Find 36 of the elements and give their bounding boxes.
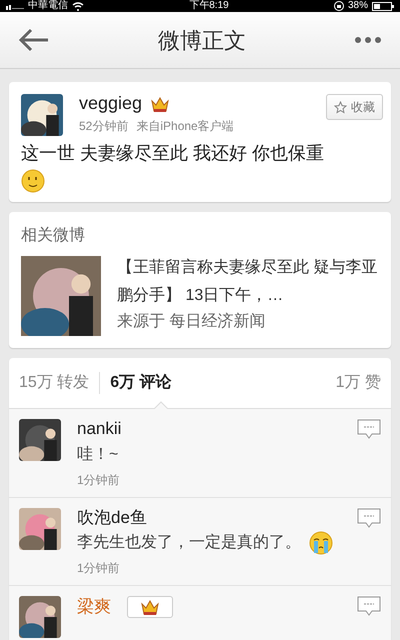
reply-icon[interactable] [357,596,381,618]
smile-emoji-icon [21,169,45,194]
more-icon[interactable] [354,36,382,44]
signal-icon [6,2,24,10]
page-title: 微博正文 [158,26,246,54]
member-badge[interactable] [127,596,173,618]
star-icon [334,100,347,114]
related-card[interactable]: 相关微博 【王菲留言称夫妻缘尽至此 疑与李亚鹏分手】 13日下午，… 来源于 每日经济新闻 [9,212,391,348]
battery-icon [372,2,394,10]
stat-tab[interactable]: 1万 赞 [336,371,381,395]
post-text: 这一世 夫妻缘尽至此 我还好 你也保重 [21,142,326,165]
commenter-name[interactable]: nankii [77,419,122,439]
wifi-icon [72,2,84,10]
crown-icon [140,598,160,616]
collect-button[interactable]: 收藏 [326,94,383,120]
comment-time: 1分钟前 [77,472,121,489]
stat-tab[interactable]: 6万 评论 [110,371,172,395]
comment-time: 1分钟前 [77,560,121,578]
stat-tab[interactable]: 15万 转发 [19,371,90,395]
status-time: 下午8:19 [189,0,229,12]
related-heading: 相关微博 [21,226,86,246]
reply-icon[interactable] [357,419,381,441]
lock-icon [334,1,344,11]
author-name[interactable]: veggieg [79,90,142,117]
reply-icon[interactable] [357,508,381,530]
comment-text: 哇！~ [77,444,118,465]
related-title: 【王菲留言称夫妻缘尽至此 疑与李亚鹏分手】 13日下午，… [117,258,378,306]
crying-emoji-icon [309,531,333,556]
related-source: 来源于 每日经济新闻 [117,312,266,332]
back-arrow-icon[interactable] [18,28,50,52]
carrier-name: 中華電信 [28,0,68,12]
comment-text: 李先生也发了，一定是真的了。 [77,532,301,554]
post-source: 来自iPhone客户端 [136,118,234,135]
commenter-name[interactable]: 吹泡de鱼 [77,508,147,528]
post-time: 52分钟前 [79,118,128,135]
battery-level: 38% [348,0,368,12]
